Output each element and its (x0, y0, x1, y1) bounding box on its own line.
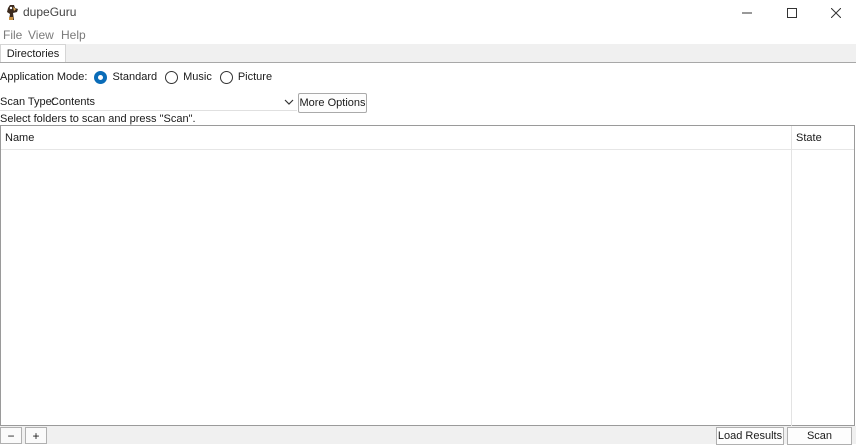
application-mode-row: Application Mode: Standard Music Picture (0, 69, 280, 85)
chevron-down-icon[interactable] (284, 97, 294, 107)
minimize-icon[interactable] (724, 0, 770, 26)
radio-standard-label[interactable]: Standard (112, 71, 157, 83)
scan-type-value: Contents (51, 96, 96, 108)
menu-view[interactable]: View (28, 28, 54, 42)
dupeguru-app-icon (5, 4, 21, 21)
column-header-state[interactable]: State (796, 132, 822, 144)
add-folder-button[interactable]: + (25, 427, 47, 444)
radio-standard[interactable] (94, 70, 108, 84)
load-results-button[interactable]: Load Results (716, 427, 784, 445)
maximize-icon[interactable] (769, 0, 815, 26)
radio-music-label[interactable]: Music (183, 71, 212, 83)
column-divider[interactable] (791, 126, 792, 426)
remove-folder-button[interactable]: − (0, 427, 22, 444)
window-title: dupeGuru (23, 5, 77, 19)
radio-music[interactable] (165, 70, 179, 84)
scan-type-label: Scan Type: (0, 96, 55, 108)
application-mode-label: Application Mode: (0, 71, 88, 83)
tab-directories[interactable]: Directories (0, 44, 66, 62)
instruction-text: Select folders to scan and press "Scan". (0, 113, 196, 125)
table-header: Name State (1, 126, 854, 150)
bottom-toolbar: − + Load Results Scan (0, 426, 856, 445)
radio-picture[interactable] (219, 70, 233, 84)
title-bar: dupeGuru (0, 0, 856, 26)
tab-strip: Directories (0, 44, 856, 63)
directories-table[interactable]: Name State (0, 125, 855, 426)
radio-picture-label[interactable]: Picture (238, 71, 272, 83)
menu-help[interactable]: Help (61, 28, 86, 42)
more-options-button[interactable]: More Options (298, 93, 367, 113)
scan-type-row: Scan Type: Contents More Options (0, 93, 368, 113)
close-icon[interactable] (813, 0, 856, 26)
menu-file[interactable]: File (3, 28, 22, 42)
scan-type-select[interactable]: Scan Type: Contents (0, 94, 297, 111)
tab-label: Directories (6, 47, 60, 60)
scan-button[interactable]: Scan (787, 427, 852, 445)
column-header-name[interactable]: Name (5, 132, 34, 144)
